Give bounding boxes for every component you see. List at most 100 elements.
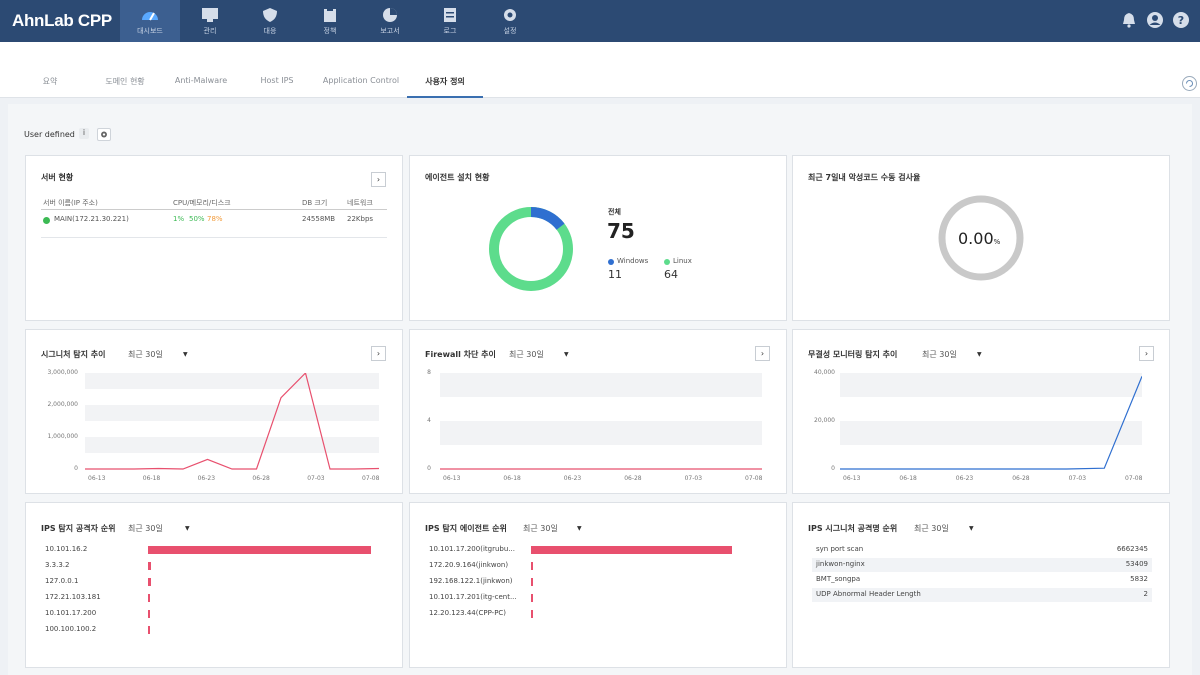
x-tick-label: 06-13 (88, 475, 106, 482)
chevron-down-icon[interactable]: ▼ (185, 525, 190, 532)
x-tick-label: 06-13 (443, 475, 461, 482)
series-line (840, 376, 1142, 470)
tab-user-defined[interactable]: 사용자 정의 (407, 76, 483, 98)
column-header: CPU/메모리/디스크 (173, 199, 231, 207)
scan-rate-readout: 0.00% (958, 229, 1000, 248)
nav-policy[interactable]: 정책 (300, 0, 360, 42)
chevron-down-icon[interactable]: ▼ (969, 525, 974, 532)
rank-bar[interactable] (531, 578, 533, 586)
x-tick-label: 06-23 (955, 475, 974, 482)
rank-label[interactable]: 172.21.103.181 (45, 593, 101, 601)
range-select[interactable]: 최근 30일 (128, 349, 163, 360)
tab-host-ips[interactable]: Host IPS (250, 76, 304, 98)
tab-domain-status[interactable]: 도메인 현황 (90, 76, 160, 98)
signature-count: 6662345 (1116, 545, 1148, 553)
nav-dashboard[interactable]: 대시보드 (120, 0, 180, 42)
range-select[interactable]: 최근 30일 (523, 523, 558, 534)
list-item[interactable]: UDP Abnormal Header Length 2 (812, 588, 1152, 602)
nav-log[interactable]: 로그 (420, 0, 480, 42)
windows-legend-dot (608, 259, 614, 265)
x-tick-label: 06-23 (563, 475, 582, 482)
rank-label[interactable]: 192.168.122.1(jinkwon) (429, 577, 513, 585)
x-tick-label: 06-28 (1012, 475, 1030, 482)
dashboard-icon (142, 12, 158, 21)
column-header: 서버 이름(IP 주소) (43, 199, 98, 207)
server-name[interactable]: MAIN(172.21.30.221) (54, 215, 129, 223)
rank-label[interactable]: 172.20.9.164(jinkwon) (429, 561, 508, 569)
more-button[interactable]: › (1139, 346, 1154, 361)
more-button[interactable]: › (755, 346, 770, 361)
rank-label[interactable]: 10.101.17.200 (45, 609, 96, 617)
nav-report[interactable]: 보고서 (360, 0, 420, 42)
rank-bar[interactable] (148, 594, 151, 602)
x-tick-label: 07-08 (745, 475, 763, 482)
nav-response[interactable]: 대응 (240, 0, 300, 42)
panel-title: IPS 탐지 공격자 순위 (41, 524, 116, 533)
y-tick-label: 40,000 (814, 369, 835, 376)
panel-title: IPS 시그니처 공격명 순위 (808, 524, 898, 533)
x-tick-label: 06-28 (624, 475, 642, 482)
tab-summary[interactable]: 요약 (30, 76, 70, 98)
chevron-down-icon[interactable]: ▼ (977, 351, 982, 358)
disk-value: 78% (207, 215, 223, 223)
app-logo[interactable]: AhnLab CPP (12, 11, 112, 31)
settings-gear-icon[interactable] (97, 128, 111, 141)
windows-label: Windows (617, 257, 649, 265)
rank-bar[interactable] (148, 562, 152, 570)
column-header: 네트워크 (347, 199, 373, 207)
windows-count: 11 (608, 268, 622, 281)
rank-label[interactable]: 10.101.17.201(itg-cent... (429, 593, 517, 601)
tab-application-control[interactable]: Application Control (316, 76, 406, 98)
y-tick-label: 0 (427, 465, 431, 472)
range-select[interactable]: 최근 30일 (914, 523, 949, 534)
rank-bar[interactable] (148, 546, 371, 554)
rank-label[interactable]: 10.101.16.2 (45, 545, 87, 553)
rank-bar[interactable] (531, 562, 533, 570)
bell-icon[interactable] (1120, 11, 1138, 29)
list-item[interactable]: syn port scan 6662345 (812, 543, 1152, 557)
help-icon[interactable]: ? (1172, 11, 1190, 29)
network-value: 22Kbps (347, 215, 374, 223)
db-size-value: 24558MB (302, 215, 336, 223)
rank-bar[interactable] (148, 578, 151, 586)
table-divider (41, 209, 387, 210)
x-tick-label: 06-18 (142, 475, 161, 482)
list-item[interactable]: BMT_songpa 5832 (812, 573, 1152, 587)
user-icon[interactable] (1146, 11, 1164, 29)
section-label: User defined (24, 130, 75, 139)
rank-bar[interactable] (531, 610, 533, 618)
range-select[interactable]: 최근 30일 (922, 349, 957, 360)
rank-label[interactable]: 100.100.100.2 (45, 625, 96, 633)
nav-manage[interactable]: 관리 (180, 0, 240, 42)
rank-bar[interactable] (531, 546, 732, 554)
rank-label[interactable]: 127.0.0.1 (45, 577, 78, 585)
x-tick-label: 07-08 (362, 475, 380, 482)
rank-label[interactable]: 12.20.123.44(CPP-PC) (429, 609, 506, 617)
tab-anti-malware[interactable]: Anti-Malware (165, 76, 237, 98)
nav-settings[interactable]: 설정 (480, 0, 540, 42)
list-item[interactable]: jinkwon-nginx 53409 (812, 558, 1152, 572)
rank-bar[interactable] (531, 594, 533, 602)
rank-bar[interactable] (148, 610, 150, 618)
rank-bar[interactable] (148, 626, 150, 634)
x-tick-label: 06-13 (843, 475, 861, 482)
range-select[interactable]: 최근 30일 (128, 523, 163, 534)
x-tick-label: 06-18 (503, 475, 521, 482)
chevron-down-icon[interactable]: ▼ (577, 525, 582, 532)
signature-name: BMT_songpa (816, 575, 861, 583)
chevron-down-icon[interactable]: ▼ (183, 351, 188, 358)
chevron-down-icon[interactable]: ▼ (564, 351, 569, 358)
x-tick-label: 06-18 (899, 475, 917, 482)
rank-label[interactable]: 3.3.3.2 (45, 561, 70, 569)
clipboard-icon (324, 7, 336, 22)
x-tick-label: 07-03 (1068, 475, 1087, 482)
nav-label: 대응 (263, 27, 277, 35)
rank-label[interactable]: 10.101.17.200(itgrubu... (429, 545, 515, 553)
more-button[interactable]: › (371, 346, 386, 361)
more-button[interactable]: › (371, 172, 386, 187)
refresh-icon[interactable] (1182, 76, 1197, 91)
range-select[interactable]: 최근 30일 (509, 349, 544, 360)
svg-text:?: ? (1178, 14, 1184, 27)
info-icon[interactable]: i (79, 128, 89, 139)
nav-label: 보고서 (380, 27, 400, 35)
